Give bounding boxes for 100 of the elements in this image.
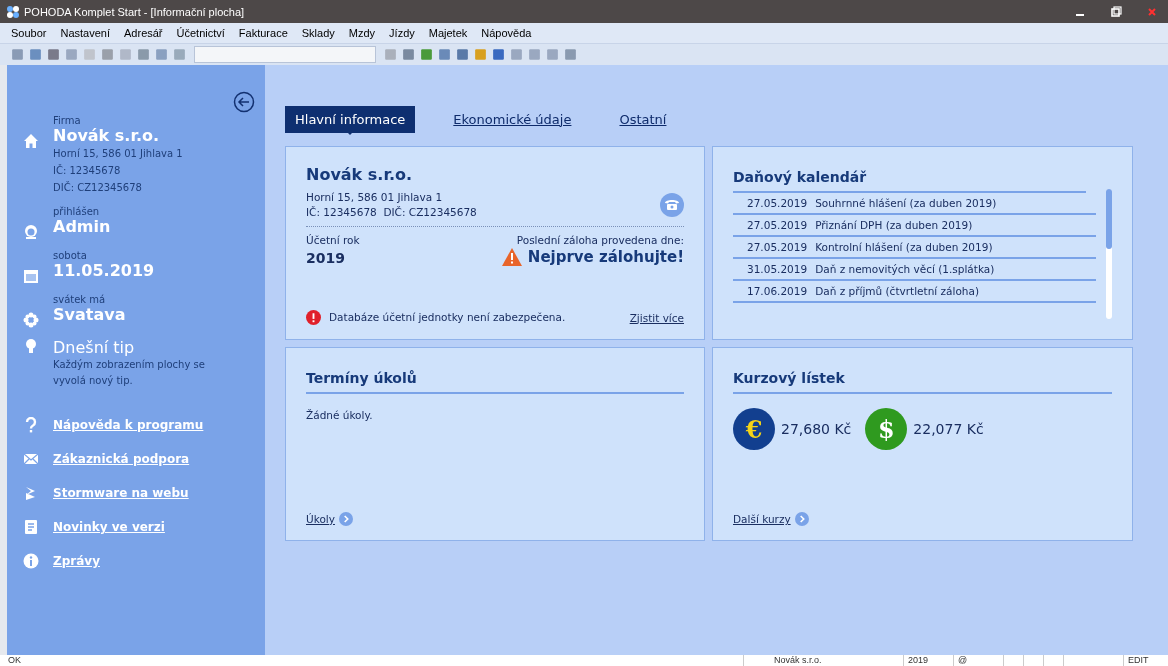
calendar-date: 27.05.2019 <box>747 197 808 209</box>
user-icon <box>23 224 39 240</box>
info-value: Admin <box>53 217 111 236</box>
calendar-entry: Souhrnné hlášení (za duben 2019) <box>815 197 997 209</box>
info-detail: vyvolá nový tip. <box>53 374 134 388</box>
info-label: Firma <box>53 115 82 126</box>
info-value: Dnešní tip <box>53 338 136 357</box>
warning-icon <box>501 248 522 266</box>
card-title: Daňový kalendář <box>733 165 1086 193</box>
document-icon <box>23 519 39 535</box>
toolbar-icon[interactable] <box>545 47 560 62</box>
calendar-date: 31.05.2019 <box>747 263 808 275</box>
toolbar-icon[interactable] <box>136 47 151 62</box>
menu-item[interactable]: Sklady <box>300 27 336 39</box>
toolbar-icon[interactable] <box>172 47 187 62</box>
toolbar-icon[interactable] <box>473 47 488 62</box>
toolbar-icon[interactable] <box>401 47 416 62</box>
menu-item[interactable]: Soubor <box>10 27 48 39</box>
status-message: OK <box>7 655 22 666</box>
info-detail: Horní 15, 586 01 Jihlava 1 <box>53 147 183 161</box>
toolbar-icon[interactable] <box>491 47 506 62</box>
info-detail: IČ: 12345678 <box>53 163 122 178</box>
learn-more-link[interactable]: Zjistit více <box>629 311 684 324</box>
info-detail: DIČ: CZ12345678 <box>53 180 143 195</box>
app-icon <box>6 4 20 19</box>
tab[interactable]: Ostatní <box>609 105 677 133</box>
rates-link[interactable]: Další kurzy <box>733 513 791 525</box>
info-value: Svatava <box>53 305 126 324</box>
calendar-date: 27.05.2019 <box>747 219 808 231</box>
tasks-link[interactable]: Úkoly <box>306 513 335 525</box>
menu-item[interactable]: Nastavení <box>59 27 111 39</box>
toolbar-combo[interactable] <box>194 46 376 63</box>
toolbar-icon[interactable] <box>437 47 452 62</box>
calendar-entry: Daň z příjmů (čtvrtletní záloha) <box>815 285 980 297</box>
status-mail: @ <box>953 655 1003 666</box>
year-label: Účetní rok <box>306 233 360 248</box>
menu-item[interactable]: Mzdy <box>347 27 377 39</box>
toolbar-icon[interactable] <box>28 47 43 62</box>
security-warning: Databáze účetní jednotky není zabezpečena. <box>329 310 566 325</box>
menu-item[interactable]: Jízdy <box>388 27 416 39</box>
toolbar-icon[interactable] <box>64 47 79 62</box>
year-value: 2019 <box>306 250 346 266</box>
error-icon <box>306 310 321 325</box>
toolbar-icon[interactable] <box>455 47 470 62</box>
calendar-date: 17.06.2019 <box>747 285 808 297</box>
question-icon <box>23 417 39 433</box>
calendar-icon <box>23 268 39 284</box>
menu-item[interactable]: Nápověda <box>480 27 533 39</box>
calendar-entry: Daň z nemovitých věcí (1.splátka) <box>815 263 995 275</box>
arrow-right-icon[interactable] <box>338 512 353 526</box>
phone-icon[interactable] <box>660 193 684 217</box>
info-value: Novák s.r.o. <box>53 126 161 145</box>
company-ids: IČ: 12345678 DIČ: CZ12345678 <box>306 205 477 220</box>
toolbar-icon[interactable] <box>383 47 398 62</box>
close-icon[interactable] <box>1146 5 1158 18</box>
toolbar-icon[interactable] <box>419 47 434 62</box>
info-icon <box>23 553 39 569</box>
company-name: Novák s.r.o. <box>306 165 414 184</box>
backup-warning: Nejprve zálohujte! <box>527 248 684 266</box>
toolbar-icon[interactable] <box>100 47 115 62</box>
calendar-date: 27.05.2019 <box>747 241 808 253</box>
rate-value: 22,077 Kč <box>913 421 984 437</box>
currency-badge: $ <box>865 408 908 450</box>
envelope-icon <box>23 451 39 467</box>
calendar-entry: Přiznání DPH (za duben 2019) <box>815 219 973 231</box>
toolbar-icon[interactable] <box>527 47 542 62</box>
toolbar-icon[interactable] <box>10 47 25 62</box>
home-icon <box>23 133 39 149</box>
info-detail: Každým zobrazením plochy se <box>53 358 205 372</box>
tab[interactable]: Hlavní informace <box>285 105 416 133</box>
info-value: 11.05.2019 <box>53 261 155 280</box>
backup-label: Poslední záloha provedena dne: <box>516 233 684 248</box>
arrow-right-icon[interactable] <box>794 512 809 526</box>
empty-message: Žádné úkoly. <box>306 408 374 423</box>
card-title: Kurzový lístek <box>733 366 1112 394</box>
menu-item[interactable]: Účetnictví <box>175 27 226 39</box>
menu-item[interactable]: Majetek <box>427 27 469 39</box>
info-label: přihlášen <box>53 206 101 217</box>
card-title: Termíny úkolů <box>306 366 684 394</box>
toolbar-icon[interactable] <box>563 47 578 62</box>
menu-item[interactable]: Fakturace <box>237 27 289 39</box>
info-label: sobota <box>53 250 88 261</box>
flower-icon <box>23 312 39 328</box>
toolbar-icon[interactable] <box>509 47 524 62</box>
menu-item[interactable]: Adresář <box>123 27 164 39</box>
currency-badge: € <box>733 408 775 450</box>
lightbulb-icon <box>23 338 39 354</box>
restore-icon[interactable] <box>1110 5 1122 18</box>
tab[interactable]: Ekonomické údaje <box>443 105 582 133</box>
calendar-entry: Kontrolní hlášení (za duben 2019) <box>815 241 993 253</box>
window-title: POHODA Komplet Start - [Informační plocha] <box>24 5 246 18</box>
status-company: Novák s.r.o. <box>743 655 903 666</box>
rate-value: 27,680 Kč <box>781 421 852 437</box>
scrollbar[interactable] <box>1106 189 1112 319</box>
toolbar-icon[interactable] <box>46 47 61 62</box>
toolbar-icon[interactable] <box>154 47 169 62</box>
info-label: svátek má <box>53 294 107 305</box>
status-mode: EDIT <box>1123 655 1168 666</box>
company-address: Horní 15, 586 01 Jihlava 1 <box>306 190 444 205</box>
status-year: 2019 <box>903 655 953 666</box>
